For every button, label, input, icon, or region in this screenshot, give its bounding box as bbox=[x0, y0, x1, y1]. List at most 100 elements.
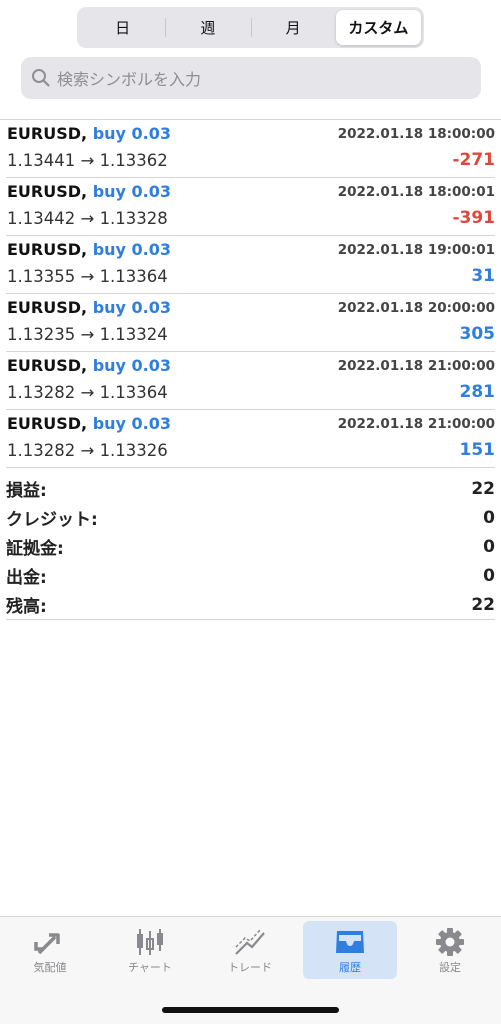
trade-time: 2022.01.18 20:00:00 bbox=[337, 300, 495, 316]
summary-label: 出金: bbox=[6, 568, 47, 588]
trade-symbol: EURUSD, buy 0.03 bbox=[7, 240, 171, 259]
symbol-name: EURUSD, bbox=[7, 298, 88, 317]
trade-profit: 281 bbox=[459, 382, 496, 402]
trade-time: 2022.01.18 18:00:00 bbox=[337, 126, 495, 142]
arrow-icon: → bbox=[80, 267, 95, 286]
trade-time: 2022.01.18 19:00:01 bbox=[337, 242, 495, 258]
summary-value: 0 bbox=[483, 565, 495, 586]
trade-time: 2022.01.18 21:00:00 bbox=[337, 416, 495, 432]
trade-profit: -391 bbox=[452, 208, 495, 228]
open-price: 1.13442 bbox=[7, 209, 76, 228]
summary-row: 損益: 22 bbox=[6, 474, 495, 503]
trade-row[interactable]: EURUSD, buy 0.03 2022.01.18 18:00:01 1.134… bbox=[6, 178, 495, 236]
summary-label: クレジット: bbox=[6, 510, 98, 530]
arrow-icon: → bbox=[80, 151, 95, 170]
open-price: 1.13441 bbox=[7, 151, 76, 170]
tab-label: 設定 bbox=[439, 961, 461, 974]
period-tab-custom[interactable]: カスタム bbox=[335, 10, 421, 45]
symbol-name: EURUSD, bbox=[7, 240, 88, 259]
period-tab-day[interactable]: 日 bbox=[80, 10, 165, 45]
trade-side-volume: buy 0.03 bbox=[92, 356, 172, 375]
candlestick-chart-icon bbox=[137, 929, 163, 955]
summary-value: 22 bbox=[471, 594, 495, 615]
close-price: 1.13328 bbox=[99, 209, 168, 228]
trade-side-volume: buy 0.03 bbox=[92, 182, 172, 201]
divider bbox=[6, 619, 495, 620]
trade-profit: -271 bbox=[452, 150, 495, 170]
trade-side-volume: buy 0.03 bbox=[92, 414, 172, 433]
trade-line-icon bbox=[235, 929, 265, 955]
arrow-icon: → bbox=[80, 209, 95, 228]
trade-prices: 1.13235 → 1.13324 bbox=[7, 325, 168, 344]
trade-symbol: EURUSD, buy 0.03 bbox=[7, 414, 171, 433]
trade-row[interactable]: EURUSD, buy 0.03 2022.01.18 18:00:00 1.134… bbox=[6, 120, 495, 178]
trade-prices: 1.13282 → 1.13326 bbox=[7, 441, 168, 460]
summary-row: 証拠金: 0 bbox=[6, 532, 495, 561]
history-inbox-icon bbox=[336, 931, 364, 953]
trade-symbol: EURUSD, buy 0.03 bbox=[7, 124, 171, 143]
tab-settings[interactable]: 設定 bbox=[403, 921, 497, 979]
symbol-search-field[interactable]: 検索シンボルを入力 bbox=[21, 57, 481, 99]
trade-profit: 151 bbox=[459, 440, 496, 460]
trade-time: 2022.01.18 18:00:01 bbox=[337, 184, 495, 200]
symbol-name: EURUSD, bbox=[7, 124, 88, 143]
arrow-icon: → bbox=[80, 441, 95, 460]
home-indicator bbox=[162, 1007, 339, 1013]
period-tab-week[interactable]: 週 bbox=[165, 10, 250, 45]
close-price: 1.13362 bbox=[99, 151, 168, 170]
summary-value: 22 bbox=[471, 478, 495, 499]
trade-symbol: EURUSD, buy 0.03 bbox=[7, 356, 171, 375]
arrow-icon: → bbox=[80, 383, 95, 402]
tab-history[interactable]: 履歴 bbox=[303, 921, 397, 979]
summary-label: 証拠金: bbox=[6, 539, 64, 559]
tab-label: 履歴 bbox=[339, 961, 361, 974]
trade-side-volume: buy 0.03 bbox=[92, 240, 172, 259]
open-price: 1.13282 bbox=[7, 383, 76, 402]
close-price: 1.13326 bbox=[99, 441, 168, 460]
summary-label: 損益: bbox=[6, 481, 47, 501]
close-price: 1.13364 bbox=[99, 267, 168, 286]
arrow-icon: → bbox=[80, 325, 95, 344]
period-segmented-control: 日 週 月 カスタム bbox=[77, 7, 424, 48]
trade-prices: 1.13355 → 1.13364 bbox=[7, 267, 168, 286]
search-icon bbox=[32, 69, 50, 87]
summary-value: 0 bbox=[483, 536, 495, 557]
tab-quotes[interactable]: 気配値 bbox=[3, 921, 97, 979]
trade-row[interactable]: EURUSD, buy 0.03 2022.01.18 21:00:00 1.132… bbox=[6, 352, 495, 410]
trade-symbol: EURUSD, buy 0.03 bbox=[7, 298, 171, 317]
open-price: 1.13235 bbox=[7, 325, 76, 344]
tab-label: チャート bbox=[128, 961, 172, 974]
settings-gear-icon bbox=[436, 928, 464, 956]
trade-history-list: EURUSD, buy 0.03 2022.01.18 18:00:00 1.134… bbox=[0, 120, 501, 468]
trade-time: 2022.01.18 21:00:00 bbox=[337, 358, 495, 374]
tab-label: トレード bbox=[228, 961, 272, 974]
trade-symbol: EURUSD, buy 0.03 bbox=[7, 182, 171, 201]
close-price: 1.13364 bbox=[99, 383, 168, 402]
symbol-name: EURUSD, bbox=[7, 356, 88, 375]
tab-trade[interactable]: トレード bbox=[203, 921, 297, 979]
open-price: 1.13282 bbox=[7, 441, 76, 460]
summary-value: 0 bbox=[483, 507, 495, 528]
tab-chart[interactable]: チャート bbox=[103, 921, 197, 979]
history-summary: 損益: 22 クレジット: 0 証拠金: 0 出金: 0 残高: 22 bbox=[6, 474, 495, 619]
trade-prices: 1.13442 → 1.13328 bbox=[7, 209, 168, 228]
summary-row: 出金: 0 bbox=[6, 561, 495, 590]
trade-profit: 31 bbox=[471, 266, 495, 286]
trade-side-volume: buy 0.03 bbox=[92, 298, 172, 317]
close-price: 1.13324 bbox=[99, 325, 168, 344]
summary-row: クレジット: 0 bbox=[6, 503, 495, 532]
trade-side-volume: buy 0.03 bbox=[92, 124, 172, 143]
symbol-name: EURUSD, bbox=[7, 182, 88, 201]
trade-row[interactable]: EURUSD, buy 0.03 2022.01.18 20:00:00 1.132… bbox=[6, 294, 495, 352]
trade-prices: 1.13282 → 1.13364 bbox=[7, 383, 168, 402]
tab-label: 気配値 bbox=[33, 961, 67, 974]
summary-row: 残高: 22 bbox=[6, 590, 495, 619]
trade-prices: 1.13441 → 1.13362 bbox=[7, 151, 168, 170]
quotes-arrows-icon bbox=[34, 933, 60, 955]
period-tab-month[interactable]: 月 bbox=[250, 10, 336, 45]
open-price: 1.13355 bbox=[7, 267, 76, 286]
trade-row[interactable]: EURUSD, buy 0.03 2022.01.18 19:00:01 1.133… bbox=[6, 236, 495, 294]
trade-row[interactable]: EURUSD, buy 0.03 2022.01.18 21:00:00 1.132… bbox=[6, 410, 495, 468]
trade-profit: 305 bbox=[459, 324, 496, 344]
summary-label: 残高: bbox=[6, 597, 47, 617]
